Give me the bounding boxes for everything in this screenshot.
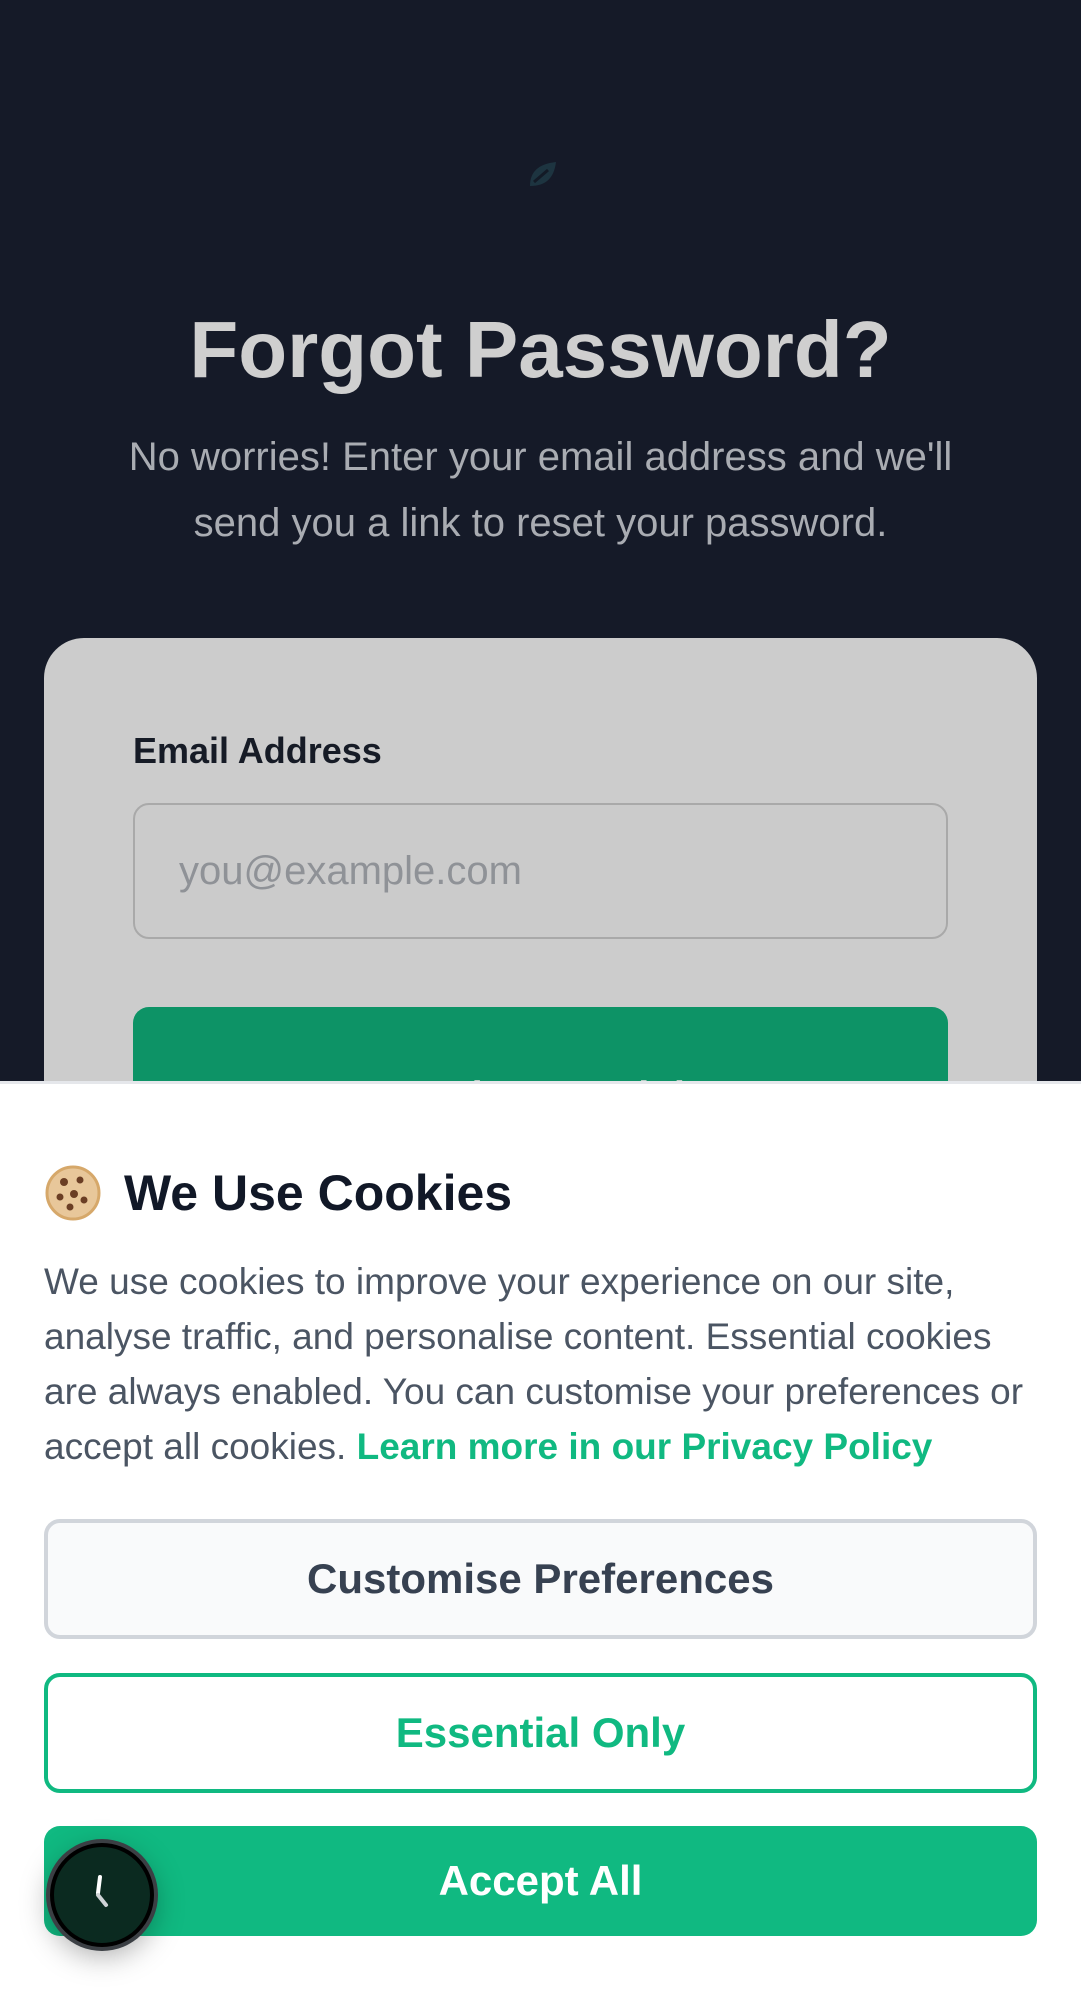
cookie-banner-header: We Use Cookies — [44, 1164, 512, 1222]
page-subtitle: No worries! Enter your email address and… — [128, 435, 953, 545]
logo-icon — [530, 162, 556, 186]
email-input[interactable] — [133, 803, 948, 939]
essential-only-button[interactable]: Essential Only — [44, 1673, 1037, 1793]
cookie-banner: We Use Cookies We use cookies to improve… — [0, 1081, 1081, 2002]
customise-preferences-button[interactable]: Customise Preferences — [44, 1519, 1037, 1639]
accept-all-button[interactable]: Accept All — [44, 1826, 1037, 1936]
page-title: Forgot Password? — [189, 305, 892, 394]
cookie-banner-text: We use cookies to improve your experienc… — [44, 1254, 1044, 1474]
cookie-banner-title: We Use Cookies — [124, 1165, 513, 1221]
floating-action-button[interactable] — [50, 1843, 154, 1947]
loading-spinner-icon — [96, 1875, 108, 1907]
privacy-policy-link[interactable]: Learn more in our Privacy Policy — [357, 1426, 933, 1467]
cookie-icon — [45, 1165, 101, 1221]
email-label: Email Address — [133, 730, 382, 771]
